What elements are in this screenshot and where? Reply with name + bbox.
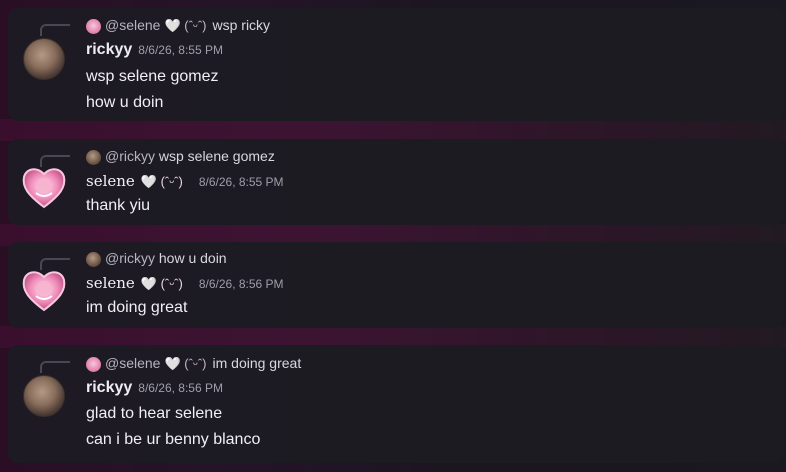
reply-avatar-icon [86, 149, 101, 165]
reply-text: wsp selene gomez [158, 148, 275, 164]
avatar-selene[interactable] [20, 266, 68, 314]
timestamp: 8/6/26, 8:55 PM [198, 175, 284, 189]
author-name[interactable]: rickyy [86, 379, 132, 396]
reply-decor: 🤍 (ˆᵕˆ) [164, 356, 207, 371]
avatar-rickyy[interactable] [23, 38, 65, 80]
timestamp: 8/6/26, 8:55 PM [138, 43, 223, 57]
reply-mention[interactable]: @selene [105, 355, 160, 371]
heart-avatar-icon [22, 271, 66, 312]
reply-avatar-icon [86, 18, 101, 34]
reply-text: how u doin [158, 250, 227, 266]
message-header: rickyy 8/6/26, 8:55 PM [86, 41, 223, 59]
author-decor: 🤍 (ˆᵕˆ) [140, 276, 183, 291]
reply-text: im doing great [212, 355, 302, 371]
reply-text: wsp ricky [212, 17, 271, 33]
reply-preview[interactable]: @selene 🤍 (ˆᵕˆ) wsp ricky [86, 17, 270, 34]
timestamp: 8/6/26, 8:56 PM [138, 381, 223, 395]
message-header: selene 🤍 (ˆᵕˆ) 8/6/26, 8:56 PM [86, 274, 284, 293]
message-3[interactable]: @rickyy how u doin selene 🤍 (ˆᵕˆ) 8/6/26, … [8, 242, 784, 328]
author-name[interactable]: rickyy [86, 41, 132, 58]
reply-preview[interactable]: @rickyy how u doin [86, 250, 227, 267]
avatar-selene[interactable] [20, 163, 68, 211]
reply-mention[interactable]: @rickyy [105, 250, 155, 266]
reply-avatar-icon [86, 356, 101, 372]
message-header: rickyy 8/6/26, 8:56 PM [86, 379, 223, 397]
reply-connector [40, 361, 70, 373]
message-line: wsp selene gomez [86, 68, 219, 85]
reply-mention[interactable]: @selene [105, 17, 160, 33]
message-line: can i be ur benny blanco [86, 431, 261, 448]
heart-avatar-icon [22, 168, 66, 209]
message-line: how u doin [86, 94, 164, 111]
author-decor: 🤍 (ˆᵕˆ) [140, 174, 183, 189]
avatar-rickyy[interactable] [23, 375, 65, 417]
author-name[interactable]: selene [86, 172, 135, 190]
message-2[interactable]: @rickyy wsp selene gomez selene 🤍 (ˆᵕˆ) 8/… [8, 139, 784, 225]
stripe-1 [0, 119, 786, 141]
reply-connector [40, 24, 70, 36]
message-line: thank yiu [86, 197, 151, 214]
timestamp: 8/6/26, 8:56 PM [198, 277, 284, 291]
message-1[interactable]: @selene 🤍 (ˆᵕˆ) wsp ricky rickyy 8/6/26, 8:… [8, 8, 784, 121]
reply-preview[interactable]: @selene 🤍 (ˆᵕˆ) im doing great [86, 355, 301, 372]
message-4[interactable]: @selene 🤍 (ˆᵕˆ) im doing great rickyy 8/6/2… [8, 345, 784, 463]
message-header: selene 🤍 (ˆᵕˆ) 8/6/26, 8:55 PM [86, 172, 284, 191]
reply-mention[interactable]: @rickyy [105, 148, 155, 164]
reply-preview[interactable]: @rickyy wsp selene gomez [86, 148, 275, 165]
author-name[interactable]: selene [86, 274, 135, 292]
message-line: im doing great [86, 299, 188, 316]
message-line: glad to hear selene [86, 405, 223, 422]
reply-avatar-icon [86, 251, 101, 267]
reply-decor: 🤍 (ˆᵕˆ) [164, 18, 207, 33]
